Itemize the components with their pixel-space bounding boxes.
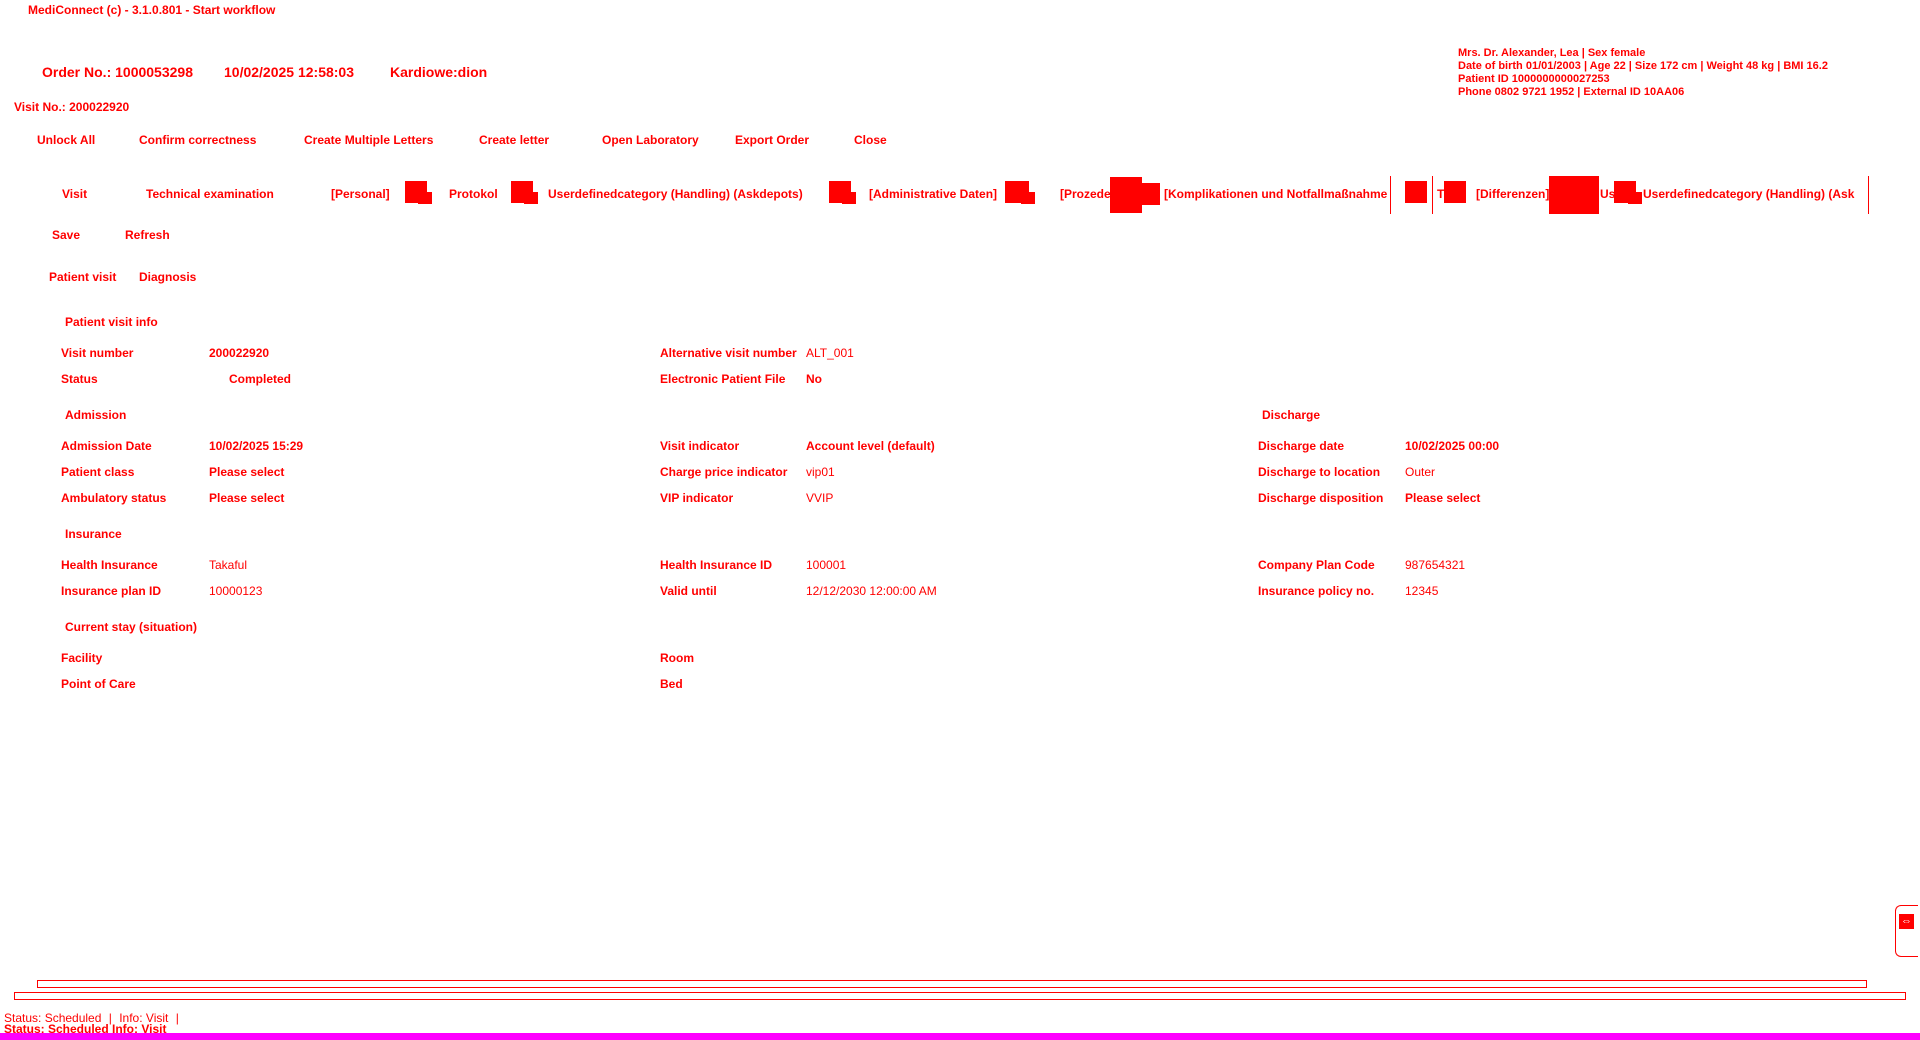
order-number: Order No.: 1000053298 [42, 64, 193, 80]
tab-administrative[interactable]: [Administrative Daten] [869, 187, 1001, 201]
health-insurance-label: Health Insurance [61, 558, 158, 572]
horizontal-scrollbar-outer[interactable] [14, 992, 1906, 1000]
electronic-patient-file-value[interactable]: No [806, 372, 822, 386]
document-icon [1140, 183, 1160, 205]
tab-technical-examination[interactable]: Technical examination [146, 187, 274, 201]
tab-diagnosis[interactable]: Diagnosis [139, 270, 196, 284]
confirm-correctness-button[interactable]: Confirm correctness [139, 133, 256, 147]
alt-visit-number-label: Alternative visit number [660, 346, 797, 360]
status-value: Completed [229, 372, 292, 386]
patient-info: Mrs. Dr. Alexander, Lea | Sex female Dat… [1458, 47, 1828, 99]
document-icon-overlay [842, 192, 856, 204]
point-of-care-label: Point of Care [61, 677, 136, 691]
section-admission: Admission [65, 408, 127, 422]
tab-divider [1868, 176, 1869, 214]
warning-icon [1110, 177, 1142, 213]
document-icon [1405, 181, 1427, 203]
alt-visit-number-value[interactable]: ALT_001 [806, 346, 854, 360]
discharge-disposition-label: Discharge disposition [1258, 491, 1384, 505]
document-icon-overlay [1628, 192, 1642, 204]
insurance-policy-no-value[interactable]: 12345 [1405, 584, 1438, 598]
company-plan-code-value[interactable]: 987654321 [1405, 558, 1465, 572]
horizontal-scrollbar[interactable] [37, 980, 1867, 988]
patient-class-label: Patient class [61, 465, 135, 479]
company-plan-code-label: Company Plan Code [1258, 558, 1375, 572]
visit-indicator-label: Visit indicator [660, 439, 740, 453]
tab-divider [1390, 176, 1391, 214]
insurance-plan-id-label: Insurance plan ID [61, 584, 162, 598]
expand-glyph-icon: ⇔ [1899, 914, 1914, 929]
discharge-date-label: Discharge date [1258, 439, 1345, 453]
insurance-plan-id-value[interactable]: 10000123 [209, 584, 262, 598]
tab-patient-visit[interactable]: Patient visit [49, 270, 116, 284]
charge-price-indicator-label: Charge price indicator [660, 465, 788, 479]
order-department: Kardiowe:dion [390, 64, 488, 80]
create-letter-button[interactable]: Create letter [479, 133, 549, 147]
room-label: Room [660, 651, 694, 665]
window-accent-bar [0, 1033, 1920, 1040]
active-tab-marker [1549, 176, 1599, 214]
tab-complications[interactable]: [Komplikationen und Notfallmaßnahmen] [1164, 187, 1388, 201]
discharge-date-value[interactable]: 10/02/2025 00:00 [1405, 439, 1499, 453]
open-laboratory-button[interactable]: Open Laboratory [602, 133, 699, 147]
health-insurance-id-value[interactable]: 100001 [806, 558, 846, 572]
tab-userdefined-category-2[interactable]: Userdefinedcategory (Handling) (Ask [1643, 187, 1868, 201]
patient-info-line1: Mrs. Dr. Alexander, Lea | Sex female [1458, 47, 1646, 59]
charge-price-indicator-value[interactable]: vip01 [806, 465, 835, 479]
visit-number-value: 200022920 [209, 346, 270, 360]
window-title: MediConnect (c) - 3.1.0.801 - Start work… [28, 3, 276, 17]
tab-userdefined-category[interactable]: Userdefinedcategory (Handling) (Askdepot… [548, 187, 813, 201]
ambulatory-status-select[interactable]: Please select [209, 491, 284, 505]
tab-differenzen[interactable]: [Differenzen] CD [1476, 187, 1550, 201]
visit-number-header: Visit No.: 200022920 [14, 100, 130, 114]
electronic-patient-file-label: Electronic Patient File [660, 372, 786, 386]
health-insurance-id-label: Health Insurance ID [660, 558, 773, 572]
section-discharge: Discharge [1262, 408, 1321, 422]
admission-date-label: Admission Date [61, 439, 152, 453]
discharge-location-value[interactable]: Outer [1405, 465, 1435, 479]
document-icon-overlay [418, 192, 432, 204]
patient-info-line4: Phone 0802 9721 1952 | External ID 10AA0… [1458, 86, 1685, 98]
status-separator: | [175, 1011, 179, 1025]
tab-visit[interactable]: Visit [62, 187, 87, 201]
tab-personal[interactable]: [Personal] [331, 187, 390, 201]
status-label: Status [61, 372, 98, 386]
order-datetime: 10/02/2025 12:58:03 [224, 64, 354, 80]
patient-info-line2: Date of birth 01/01/2003 | Age 22 | Size… [1458, 60, 1828, 72]
admission-date-value[interactable]: 10/02/2025 15:29 [209, 439, 303, 453]
bed-label: Bed [660, 677, 683, 691]
patient-class-select[interactable]: Please select [209, 465, 284, 479]
tab-tvs[interactable]: TVS [1437, 187, 1473, 201]
export-order-button[interactable]: Export Order [735, 133, 809, 147]
discharge-location-label: Discharge to location [1258, 465, 1381, 479]
discharge-disposition-select[interactable]: Please select [1405, 491, 1480, 505]
tab-divider [1432, 176, 1433, 214]
section-current-stay: Current stay (situation) [65, 620, 198, 634]
close-button[interactable]: Close [854, 133, 887, 147]
patient-info-line3: Patient ID 1000000000027253 [1458, 73, 1610, 85]
section-patient-visit-info: Patient visit info [65, 315, 158, 329]
refresh-button[interactable]: Refresh [125, 228, 170, 242]
create-multiple-letters-button[interactable]: Create Multiple Letters [304, 133, 433, 147]
ambulatory-status-label: Ambulatory status [61, 491, 167, 505]
valid-until-value[interactable]: 12/12/2030 12:00:00 AM [806, 584, 937, 598]
tab-procedure[interactable]: [Prozedere] [1060, 187, 1112, 201]
visit-number-label: Visit number [61, 346, 134, 360]
save-button[interactable]: Save [52, 228, 80, 242]
document-icon-overlay [1021, 192, 1035, 204]
document-icon-overlay [524, 192, 538, 204]
insurance-policy-no-label: Insurance policy no. [1258, 584, 1375, 598]
valid-until-label: Valid until [660, 584, 717, 598]
vip-indicator-value[interactable]: VVIP [806, 491, 833, 505]
facility-label: Facility [61, 651, 103, 665]
vip-indicator-label: VIP indicator [660, 491, 734, 505]
tab-protocol[interactable]: Protokol [449, 187, 498, 201]
expand-panel-icon[interactable]: ⇔ [1895, 905, 1918, 957]
unlock-all-button[interactable]: Unlock All [37, 133, 95, 147]
visit-indicator-select[interactable]: Account level (default) [806, 439, 935, 453]
section-insurance: Insurance [65, 527, 122, 541]
health-insurance-value[interactable]: Takaful [209, 558, 247, 572]
